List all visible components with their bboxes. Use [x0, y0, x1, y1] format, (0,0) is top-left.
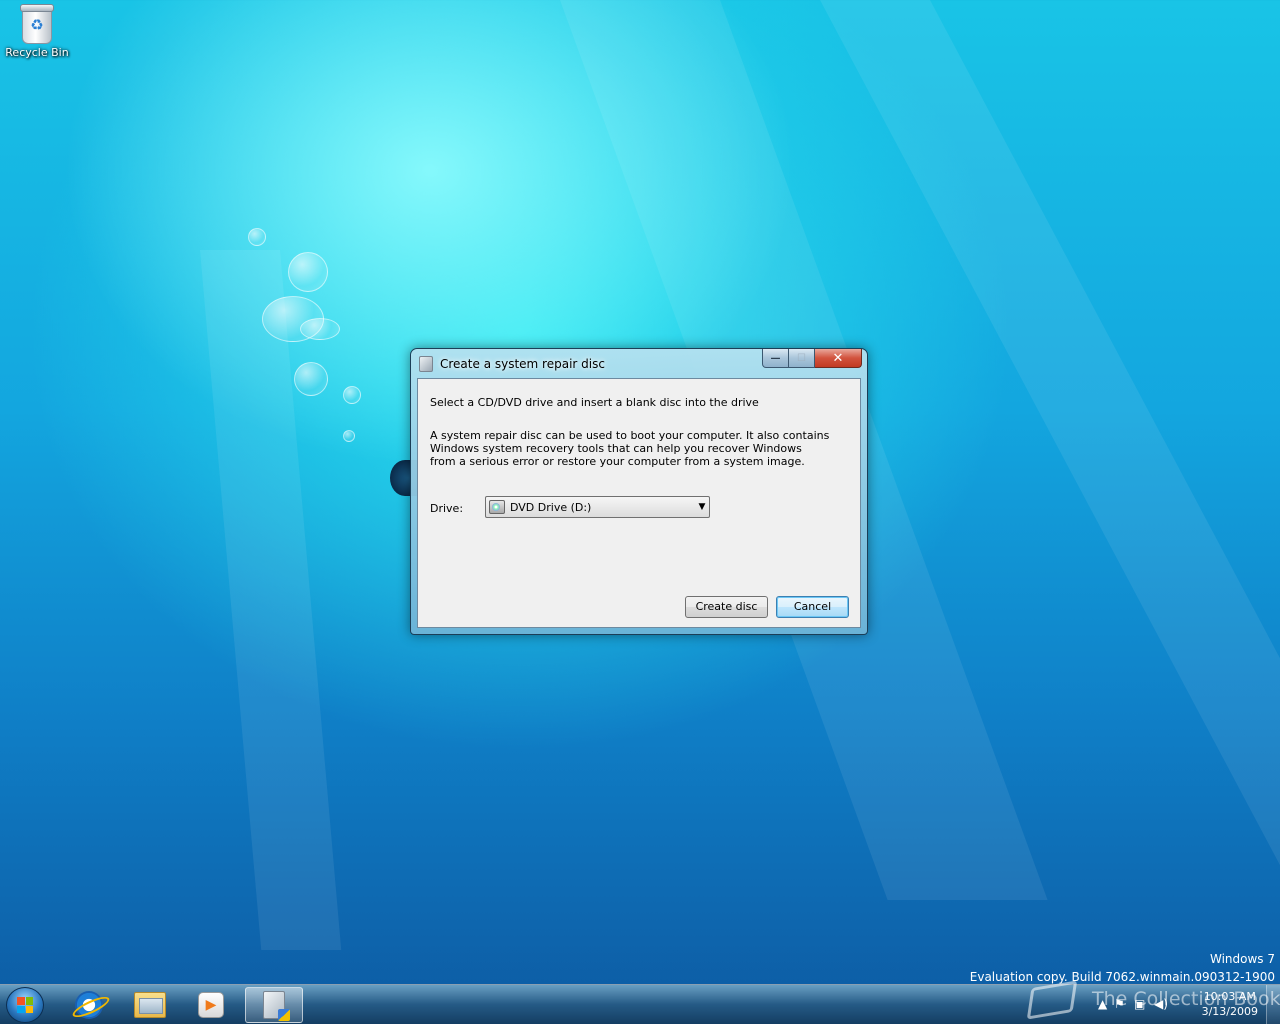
collection-book-text: The Collection Book: [1092, 988, 1280, 1010]
ie-icon: [75, 991, 103, 1019]
wallpaper-bubble: [300, 318, 340, 340]
start-button[interactable]: [6, 987, 44, 1023]
drive-dropdown[interactable]: DVD Drive (D:) ▼: [485, 496, 710, 518]
watermark-os-name: Windows 7: [1209, 952, 1275, 966]
cancel-button[interactable]: Cancel: [776, 596, 849, 618]
wallpaper-bubble: [343, 430, 355, 442]
maximize-button: ☐: [789, 349, 815, 368]
caption-buttons: — ☐ ✕: [762, 349, 862, 368]
drive-dropdown-value: DVD Drive (D:): [510, 500, 592, 514]
dropdown-arrow-icon[interactable]: ▼: [695, 502, 709, 512]
recycle-bin-icon: [20, 4, 54, 44]
maximize-icon: ☐: [797, 352, 806, 364]
minimize-icon: —: [770, 352, 781, 364]
taskbar-item-internet-explorer[interactable]: [60, 987, 118, 1023]
taskbar-item-media-player[interactable]: ▶: [182, 987, 240, 1023]
dialog-description: A system repair disc can be used to boot…: [430, 429, 830, 468]
wallpaper-bubble: [288, 252, 328, 292]
light-ray: [200, 250, 342, 950]
desktop-icon-recycle-bin[interactable]: Recycle Bin: [4, 4, 70, 59]
desktop-icon-label: Recycle Bin: [5, 46, 69, 59]
wallpaper-bubble: [294, 362, 328, 396]
title-bar[interactable]: Create a system repair disc — ☐ ✕: [411, 349, 867, 377]
repair-disc-icon: [419, 356, 433, 372]
book-icon: [1026, 980, 1078, 1020]
window-title: Create a system repair disc: [440, 357, 605, 371]
dvd-drive-icon: [489, 500, 505, 514]
close-icon: ✕: [832, 350, 844, 366]
media-player-icon: ▶: [198, 992, 224, 1018]
windows-logo-icon: [17, 997, 33, 1013]
create-disc-button[interactable]: Create disc: [685, 596, 768, 618]
taskbar-item-windows-explorer[interactable]: [121, 987, 179, 1023]
drive-label: Drive:: [430, 502, 464, 515]
repair-disc-icon: [263, 991, 290, 1021]
dialog-heading: Select a CD/DVD drive and insert a blank…: [430, 396, 759, 409]
wallpaper-bubble: [248, 228, 266, 246]
folder-icon: [134, 992, 166, 1018]
wallpaper-bubble: [343, 386, 361, 404]
close-button[interactable]: ✕: [815, 349, 862, 368]
repair-disc-dialog: Create a system repair disc — ☐ ✕ Select…: [410, 348, 868, 635]
minimize-button[interactable]: —: [762, 349, 789, 368]
taskbar-item-repair-disc[interactable]: [245, 987, 303, 1023]
dialog-client-area: Select a CD/DVD drive and insert a blank…: [417, 378, 861, 628]
collection-book-watermark: The Collection Book: [1026, 976, 1280, 1022]
